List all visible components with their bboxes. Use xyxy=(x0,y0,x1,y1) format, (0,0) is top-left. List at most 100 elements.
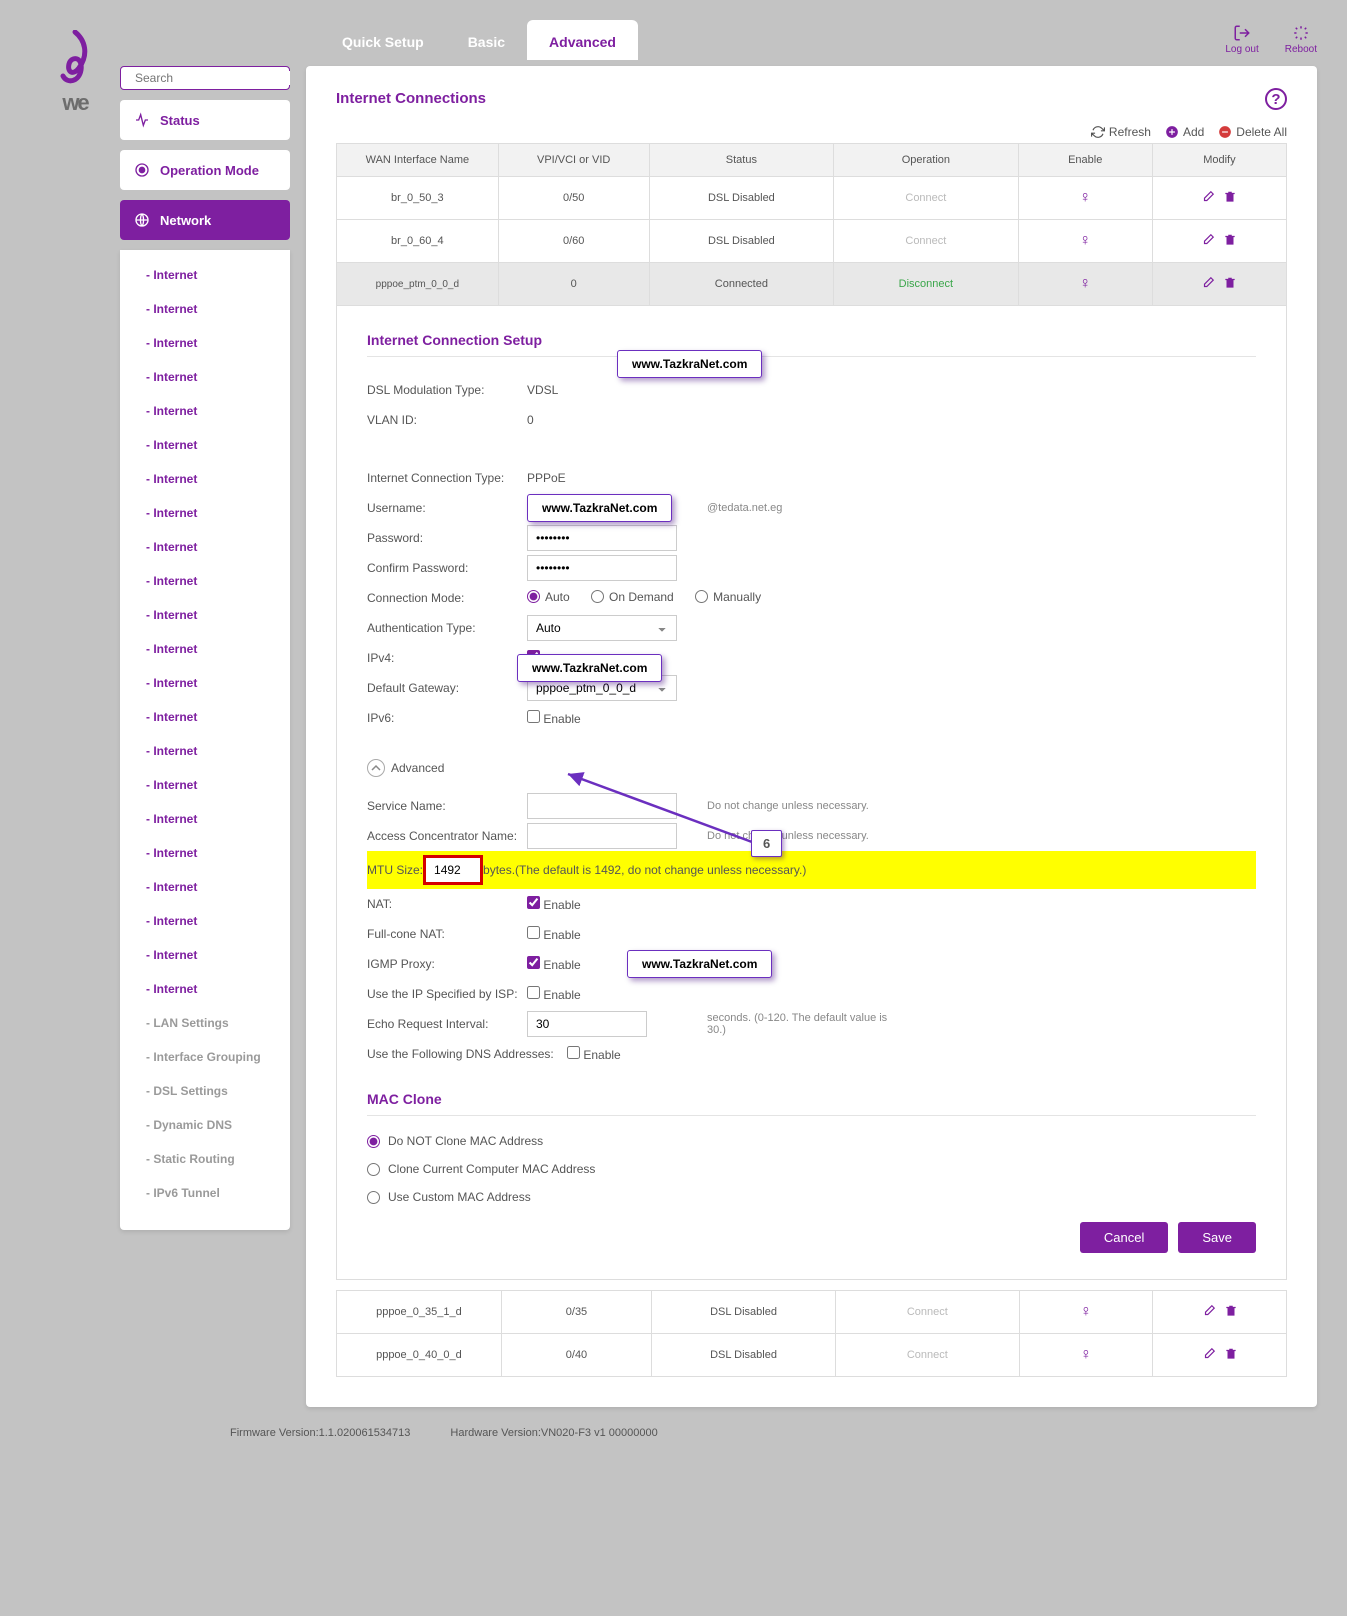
table-row[interactable]: pppoe_ptm_0_0_d0Connected Disconnect ♀ xyxy=(337,263,1287,306)
help-icon[interactable]: ? xyxy=(1265,88,1287,110)
col-wan-name: WAN Interface Name xyxy=(337,144,499,177)
trash-icon[interactable] xyxy=(1224,1304,1238,1318)
edit-icon[interactable] xyxy=(1201,233,1215,247)
mtu-input[interactable] xyxy=(423,855,483,885)
confirm-password-input[interactable] xyxy=(527,555,677,581)
igmp-label: IGMP Proxy: xyxy=(367,957,527,971)
save-button[interactable]: Save xyxy=(1178,1222,1256,1253)
cmode-manual[interactable]: Manually xyxy=(695,590,761,604)
bulb-icon[interactable]: ♀ xyxy=(1080,1346,1092,1363)
bulb-icon[interactable]: ♀ xyxy=(1080,1303,1092,1320)
acn-label: Access Concentrator Name: xyxy=(367,829,527,843)
sidebar-item-internet[interactable]: - Internet xyxy=(120,428,290,462)
echo-input[interactable] xyxy=(527,1011,647,1037)
sidebar-item-internet[interactable]: - Internet xyxy=(120,394,290,428)
delete-all-button[interactable]: Delete All xyxy=(1218,125,1287,139)
sidebar-item-internet[interactable]: - Internet xyxy=(120,360,290,394)
sidebar-operation-mode[interactable]: Operation Mode xyxy=(120,150,290,190)
edit-icon[interactable] xyxy=(1202,1304,1216,1318)
service-name-input[interactable] xyxy=(527,793,677,819)
echo-hint: seconds. (0-120. The default value is 30… xyxy=(707,1012,907,1036)
wan-table-bottom: pppoe_0_35_1_d0/35DSL Disabled Connect ♀… xyxy=(336,1290,1287,1377)
mac-opt-noclone[interactable]: Do NOT Clone MAC Address xyxy=(367,1134,1256,1148)
mac-opt-custom[interactable]: Use Custom MAC Address xyxy=(367,1190,1256,1204)
acn-input[interactable] xyxy=(527,823,677,849)
username-label: Username: xyxy=(367,501,527,515)
sidebar-item-internet[interactable]: - Internet xyxy=(120,530,290,564)
table-row[interactable]: br_0_50_30/50DSL Disabled Connect ♀ xyxy=(337,177,1287,220)
dns-checkbox[interactable]: Enable xyxy=(567,1048,621,1062)
ispip-checkbox[interactable]: Enable xyxy=(527,988,581,1002)
cmode-ondemand[interactable]: On Demand xyxy=(591,590,674,604)
ipv6-checkbox[interactable]: Enable xyxy=(527,712,581,726)
sidebar-item-internet[interactable]: - Internet xyxy=(120,462,290,496)
dsl-type-value: VDSL xyxy=(527,383,697,397)
sidebar-item-ddns[interactable]: - Dynamic DNS xyxy=(120,1108,290,1142)
sidebar-item-internet[interactable]: - Internet xyxy=(120,292,290,326)
igmp-checkbox[interactable]: Enable xyxy=(527,958,581,972)
sidebar-item-ipv6[interactable]: - IPv6 Tunnel xyxy=(120,1176,290,1210)
advanced-toggle[interactable]: Advanced xyxy=(367,759,1256,777)
reboot-icon xyxy=(1292,24,1310,42)
auth-select[interactable]: Auto xyxy=(527,615,677,641)
sidebar-item-internet[interactable]: - Internet xyxy=(120,972,290,1006)
ispip-label: Use the IP Specified by ISP: xyxy=(367,987,527,1001)
cmode-auto[interactable]: Auto xyxy=(527,590,570,604)
search-input-wrap[interactable] xyxy=(120,66,290,90)
tab-basic[interactable]: Basic xyxy=(446,20,527,60)
edit-icon[interactable] xyxy=(1202,1347,1216,1361)
sidebar-network[interactable]: Network xyxy=(120,200,290,240)
sidebar-item-internet[interactable]: - Internet xyxy=(120,598,290,632)
bulb-icon[interactable]: ♀ xyxy=(1079,189,1091,206)
logout-icon xyxy=(1233,24,1251,42)
cancel-button[interactable]: Cancel xyxy=(1080,1222,1168,1253)
tab-quick-setup[interactable]: Quick Setup xyxy=(320,20,446,60)
table-row[interactable]: pppoe_0_40_0_d0/40DSL Disabled Connect ♀ xyxy=(337,1334,1287,1377)
reboot-button[interactable]: Reboot xyxy=(1285,24,1317,55)
trash-icon[interactable] xyxy=(1223,190,1237,204)
sidebar-item-ifgroup[interactable]: - Interface Grouping xyxy=(120,1040,290,1074)
logout-button[interactable]: Log out xyxy=(1225,24,1258,55)
table-row[interactable]: br_0_60_40/60DSL Disabled Connect ♀ xyxy=(337,220,1287,263)
sidebar-item-internet[interactable]: - Internet xyxy=(120,564,290,598)
sidebar-item-internet[interactable]: - Internet xyxy=(120,326,290,360)
sidebar-item-static[interactable]: - Static Routing xyxy=(120,1142,290,1176)
add-button[interactable]: Add xyxy=(1165,125,1204,139)
edit-icon[interactable] xyxy=(1201,190,1215,204)
tab-advanced[interactable]: Advanced xyxy=(527,20,638,60)
trash-icon[interactable] xyxy=(1224,1347,1238,1361)
table-row[interactable]: pppoe_0_35_1_d0/35DSL Disabled Connect ♀ xyxy=(337,1291,1287,1334)
password-input[interactable] xyxy=(527,525,677,551)
sidebar-item-internet[interactable]: - Internet xyxy=(120,768,290,802)
sidebar-item-internet[interactable]: - Internet xyxy=(120,802,290,836)
refresh-button[interactable]: Refresh xyxy=(1091,125,1151,139)
bulb-icon[interactable]: ♀ xyxy=(1079,275,1091,292)
trash-icon[interactable] xyxy=(1223,276,1237,290)
bulb-icon[interactable]: ♀ xyxy=(1079,232,1091,249)
sidebar-item-dsl[interactable]: - DSL Settings xyxy=(120,1074,290,1108)
annotation-step6: 6 xyxy=(751,830,782,857)
watermark: www.TazkraNet.com xyxy=(527,494,672,522)
sidebar-item-internet[interactable]: - Internet xyxy=(120,836,290,870)
sidebar-item-internet[interactable]: - Internet xyxy=(120,632,290,666)
sidebar-status[interactable]: Status xyxy=(120,100,290,140)
page-title: Internet Connections xyxy=(336,90,1287,107)
chevron-up-icon xyxy=(367,759,385,777)
minus-icon xyxy=(1218,125,1232,139)
sidebar-item-internet[interactable]: - Internet xyxy=(120,734,290,768)
nat-checkbox[interactable]: Enable xyxy=(527,898,581,912)
fcnat-checkbox[interactable]: Enable xyxy=(527,928,581,942)
sidebar-item-internet[interactable]: - Internet xyxy=(120,258,290,292)
sidebar-item-internet[interactable]: - Internet xyxy=(120,870,290,904)
sidebar-item-internet[interactable]: - Internet xyxy=(120,700,290,734)
sidebar-item-lan[interactable]: - LAN Settings xyxy=(120,1006,290,1040)
sidebar-item-internet[interactable]: - Internet xyxy=(120,496,290,530)
sidebar-item-internet[interactable]: - Internet xyxy=(120,938,290,972)
search-input[interactable] xyxy=(135,71,290,85)
mtu-hint: bytes.(The default is 1492, do not chang… xyxy=(483,863,806,877)
sidebar-item-internet[interactable]: - Internet xyxy=(120,666,290,700)
mac-opt-clone[interactable]: Clone Current Computer MAC Address xyxy=(367,1162,1256,1176)
trash-icon[interactable] xyxy=(1223,233,1237,247)
edit-icon[interactable] xyxy=(1201,276,1215,290)
sidebar-item-internet[interactable]: - Internet xyxy=(120,904,290,938)
